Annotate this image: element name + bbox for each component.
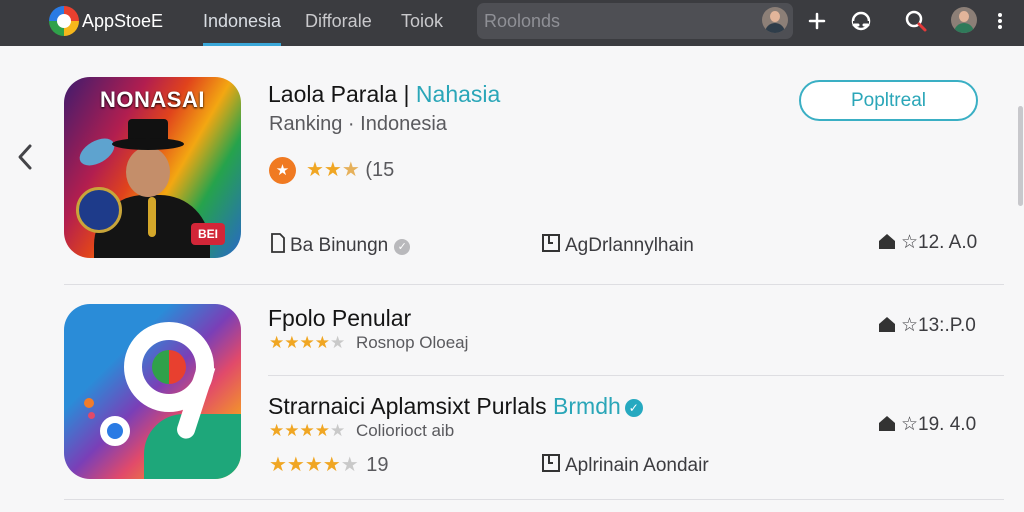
- app-icon-nine[interactable]: [64, 304, 241, 479]
- divider: [64, 499, 1004, 500]
- meta-category-text-3: Aplrinain Aondair: [565, 455, 709, 476]
- meta-developer[interactable]: Ba Binungn ✓: [270, 233, 411, 257]
- top-bar: AppStoeE Indonesia Difforale Toiok Roolo…: [0, 0, 1024, 46]
- rating-stars-2: ★★★★★: [269, 333, 346, 352]
- avatar-face: [770, 11, 780, 22]
- app-subtitle: Ranking · Indonesia: [269, 113, 447, 135]
- back-chevron-icon[interactable]: [12, 140, 38, 174]
- tab-toiok[interactable]: Toiok: [401, 11, 443, 46]
- box-icon: [542, 454, 560, 472]
- check-icon: ✓: [394, 239, 411, 255]
- divider: [64, 284, 1004, 285]
- dot-pink: [88, 412, 95, 419]
- rating-text-2: Rosnop Oloeaj: [355, 333, 469, 352]
- app-store-logo-icon[interactable]: [49, 6, 79, 36]
- app-title-3-text: Strarnaici Aplamsixt Purlals: [268, 393, 547, 419]
- user-avatar[interactable]: [762, 7, 788, 33]
- tab-difforale[interactable]: Difforale: [305, 11, 372, 46]
- search-box[interactable]: Roolonds: [477, 3, 793, 39]
- tab-indonesia[interactable]: Indonesia: [203, 11, 282, 46]
- app-title-text: Laola Parala: [268, 81, 398, 107]
- app-title-3[interactable]: Strarnaici Aplamsixt Purlals Brmdh ✓: [268, 393, 643, 420]
- profile-body: [954, 23, 974, 33]
- rating-row-2: ★★★★★ Rosnop Oloeaj: [269, 333, 468, 353]
- scrollbar[interactable]: [1018, 106, 1023, 206]
- meta-stat: ☆12. Α.0: [877, 231, 977, 254]
- hat-graphic: [112, 119, 184, 150]
- meta-stat-text: ☆12. Α.0: [901, 232, 978, 253]
- more-vertical-icon[interactable]: [993, 8, 1007, 34]
- app-title-2[interactable]: Fpolo Penular: [268, 305, 411, 332]
- nine-inner: [152, 350, 186, 384]
- dot-blue: [100, 416, 130, 446]
- headset-icon[interactable]: [848, 8, 874, 34]
- meta-stat-text-3: ☆19. 4.0: [901, 414, 977, 435]
- necklace-graphic: [148, 197, 156, 237]
- meta-category-3[interactable]: Aplrinain Aondair: [541, 453, 709, 477]
- divider: [268, 375, 1004, 376]
- profile-avatar[interactable]: [951, 7, 977, 33]
- rating-count-4: 19: [366, 454, 389, 476]
- meta-category[interactable]: AgDrlannylhain: [541, 233, 694, 257]
- app-title[interactable]: Laola Parala | Nahasia: [268, 81, 500, 108]
- rating-text-3: Coliorioct aib: [355, 421, 455, 440]
- avatar-body: [765, 23, 785, 33]
- meta-stat-3: ☆19. 4.0: [877, 413, 976, 436]
- app-title-accent: Nahasia: [415, 81, 501, 107]
- box-icon: [542, 234, 560, 252]
- app-icon-nonasai[interactable]: NONASAI BEI: [64, 77, 241, 258]
- verified-icon: ✓: [624, 399, 643, 417]
- rating-count: (15: [365, 159, 395, 181]
- rating-stars-3: ★★★★★: [269, 421, 346, 440]
- install-button[interactable]: Popltreal: [799, 80, 978, 121]
- search-placeholder: Roolonds: [484, 11, 561, 31]
- person-head: [126, 147, 170, 197]
- meta-stat-text-2: ☆13:.P.0: [901, 315, 976, 336]
- app-icon-text: NONASAI: [100, 87, 205, 112]
- home-icon: [879, 234, 895, 249]
- rating-row-4: ★★★★★ 19: [269, 452, 388, 477]
- meta-stat-2: ☆13:.P.0: [877, 314, 976, 337]
- meta-category-text: AgDrlannylhain: [565, 235, 694, 256]
- search-icon[interactable]: [903, 8, 929, 34]
- emblem-graphic: [76, 187, 122, 233]
- award-icon: ★: [269, 157, 296, 185]
- home-icon: [879, 317, 895, 332]
- plus-icon[interactable]: [804, 8, 830, 34]
- home-icon: [879, 416, 895, 431]
- rating-row-3: ★★★★★ Coliorioct aib: [269, 421, 454, 441]
- rating-stars: ★★★: [306, 159, 360, 181]
- brand-name[interactable]: AppStoeE: [82, 11, 163, 32]
- profile-face: [959, 11, 969, 22]
- dot-orange: [84, 398, 94, 408]
- icon-badge: BEI: [191, 223, 225, 245]
- meta-developer-text: Ba Binungn: [290, 235, 389, 256]
- document-icon: [271, 233, 285, 253]
- rating-stars-4: ★★★★★: [269, 454, 359, 476]
- app-title-3-accent: Brmdh: [553, 393, 621, 419]
- rating-row: ★ ★★★ (15: [269, 157, 395, 185]
